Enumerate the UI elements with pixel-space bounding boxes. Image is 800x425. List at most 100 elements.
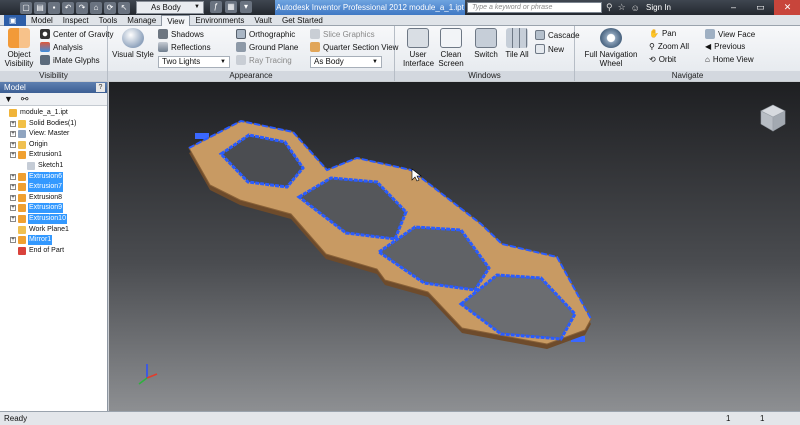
quarter-section-view-button[interactable]: Quarter Section View (310, 42, 398, 52)
view-face-button[interactable]: View Face (705, 29, 755, 39)
body-appearance-select[interactable]: As Body ▼ (136, 1, 204, 14)
star-icon[interactable]: ☆ (618, 2, 626, 13)
imate-glyphs-button[interactable]: iMate Glyphs (40, 55, 100, 65)
slice-graphics-button[interactable]: Slice Graphics (310, 29, 375, 39)
file-tab[interactable]: ▣ (4, 15, 26, 26)
tree-item[interactable]: End of Part (0, 246, 107, 257)
reflections-button[interactable]: Reflections (158, 42, 211, 52)
visual-style-button[interactable]: Visual Style (112, 28, 154, 59)
expand-icon[interactable]: + (10, 215, 16, 222)
tab-environments[interactable]: Environments (190, 15, 249, 26)
zoom-all-button[interactable]: ⚲ Zoom All (649, 42, 689, 51)
shadows-button[interactable]: Shadows (158, 29, 204, 39)
expand-icon[interactable]: + (10, 120, 16, 127)
redo-icon[interactable]: ↷ (76, 1, 88, 14)
tree-item[interactable]: Work Plane1 (0, 225, 107, 236)
customize-icon[interactable]: ▾ (240, 1, 252, 13)
sign-in-button[interactable]: Sign In (644, 0, 714, 15)
feature-icon (18, 214, 26, 223)
minimize-icon[interactable]: – (720, 0, 747, 15)
center-of-gravity-button[interactable]: Center of Gravity (40, 29, 113, 39)
body-select-value: As Body (314, 57, 344, 66)
viewcube[interactable] (760, 104, 786, 132)
expand-icon[interactable]: + (10, 194, 16, 201)
close-icon[interactable]: ✕ (774, 0, 800, 15)
binoculars-icon[interactable]: ⚲ (606, 2, 613, 13)
lights-select[interactable]: Two Lights ▼ (158, 56, 230, 68)
ray-tracing-button[interactable]: Ray Tracing (236, 55, 292, 65)
expand-icon[interactable]: + (10, 131, 16, 138)
object-visibility-label: Object Visibility (4, 50, 34, 68)
tree-item[interactable]: + Extrusion7 (0, 182, 107, 193)
maximize-icon[interactable]: ▭ (747, 0, 774, 15)
home-icon[interactable]: ⌂ (90, 1, 102, 14)
status-count-a: 1 (726, 414, 731, 423)
feature-icon (18, 183, 26, 192)
search-input[interactable]: Type a keyword or phrase (467, 2, 602, 13)
cascade-button[interactable]: Cascade (535, 30, 580, 40)
ground-plane-button[interactable]: Ground Plane (236, 42, 298, 52)
home-icon: ⌂ (705, 55, 710, 64)
orbit-icon: ⟲ (649, 55, 656, 64)
tab-manage[interactable]: Manage (122, 15, 161, 26)
hexagon-module-part[interactable] (188, 119, 592, 349)
binoculars-icon[interactable]: ⚯ (21, 94, 29, 105)
tab-vault[interactable]: Vault (249, 15, 277, 26)
tree-item[interactable]: + Solid Bodies(1) (0, 119, 107, 130)
tree-item[interactable]: + View: Master (0, 129, 107, 140)
tree-item[interactable]: module_a_1.ipt (0, 108, 107, 119)
expand-icon[interactable]: + (10, 237, 16, 244)
tree-item[interactable]: + Extrusion10 (0, 213, 107, 225)
body-select[interactable]: As Body ▼ (310, 56, 382, 68)
help-icon[interactable]: ? (96, 83, 105, 92)
orbit-button[interactable]: ⟲ Orbit (649, 55, 676, 64)
user-icon[interactable]: ☺ (631, 3, 640, 13)
tree-item[interactable]: + Extrusion9 (0, 203, 107, 214)
tab-view[interactable]: View (161, 15, 191, 26)
tab-inspect[interactable]: Inspect (58, 15, 94, 26)
browser-title[interactable]: Model (4, 83, 26, 92)
parameters-icon[interactable]: ▦ (225, 1, 237, 13)
status-bar: Ready 1 1 (0, 411, 800, 425)
tab-tools[interactable]: Tools (94, 15, 123, 26)
fx-icon[interactable]: ƒ (210, 1, 222, 13)
filter-icon[interactable]: ▼ (4, 94, 13, 104)
expand-icon[interactable]: + (10, 141, 16, 148)
new-window-button[interactable]: New (535, 44, 564, 54)
pan-button[interactable]: ✋ Pan (649, 29, 676, 38)
tree-item[interactable]: Sketch1 (0, 161, 107, 172)
home-view-button[interactable]: ⌂ Home View (705, 55, 754, 64)
tree-item[interactable]: + Origin (0, 140, 107, 151)
user-interface-button[interactable]: User Interface (403, 28, 434, 68)
tab-get-started[interactable]: Get Started (277, 15, 328, 26)
switch-button[interactable]: Switch (471, 28, 501, 59)
clean-screen-button[interactable]: Clean Screen (437, 28, 465, 68)
tab-model[interactable]: Model (26, 15, 58, 26)
body-select-value: As Body (151, 3, 181, 12)
open-icon[interactable]: ▤ (34, 1, 46, 14)
tree-item[interactable]: + Extrusion6 (0, 171, 107, 183)
reflections-icon (158, 42, 168, 52)
object-visibility-button[interactable]: Object Visibility (2, 28, 36, 68)
expand-icon[interactable]: + (10, 184, 16, 191)
center-of-gravity-icon (40, 29, 50, 39)
tile-all-button[interactable]: Tile All (503, 28, 531, 59)
graphics-viewport[interactable] (109, 82, 800, 411)
previous-view-button[interactable]: ◀ Previous (705, 42, 745, 51)
save-icon[interactable]: ▪ (48, 1, 60, 14)
update-icon[interactable]: ⟳ (104, 1, 116, 14)
full-navigation-wheel-button[interactable]: Full Navigation Wheel (581, 28, 641, 68)
analysis-button[interactable]: Analysis (40, 42, 83, 52)
orthographic-button[interactable]: Orthographic (236, 29, 295, 39)
expand-icon[interactable]: + (10, 205, 16, 212)
tree-item[interactable]: + Extrusion1 (0, 150, 107, 161)
undo-icon[interactable]: ↶ (62, 1, 74, 14)
tree-item[interactable]: + Extrusion8 (0, 193, 107, 204)
select-icon[interactable]: ↖ (118, 1, 130, 14)
tree-item[interactable]: + Mirror1 (0, 235, 107, 246)
new-icon[interactable]: ▢ (20, 1, 32, 14)
new-window-icon (535, 44, 545, 54)
expand-icon[interactable]: + (10, 173, 16, 180)
expand-icon[interactable]: + (10, 152, 16, 159)
tree-item-label: Extrusion9 (28, 203, 64, 214)
